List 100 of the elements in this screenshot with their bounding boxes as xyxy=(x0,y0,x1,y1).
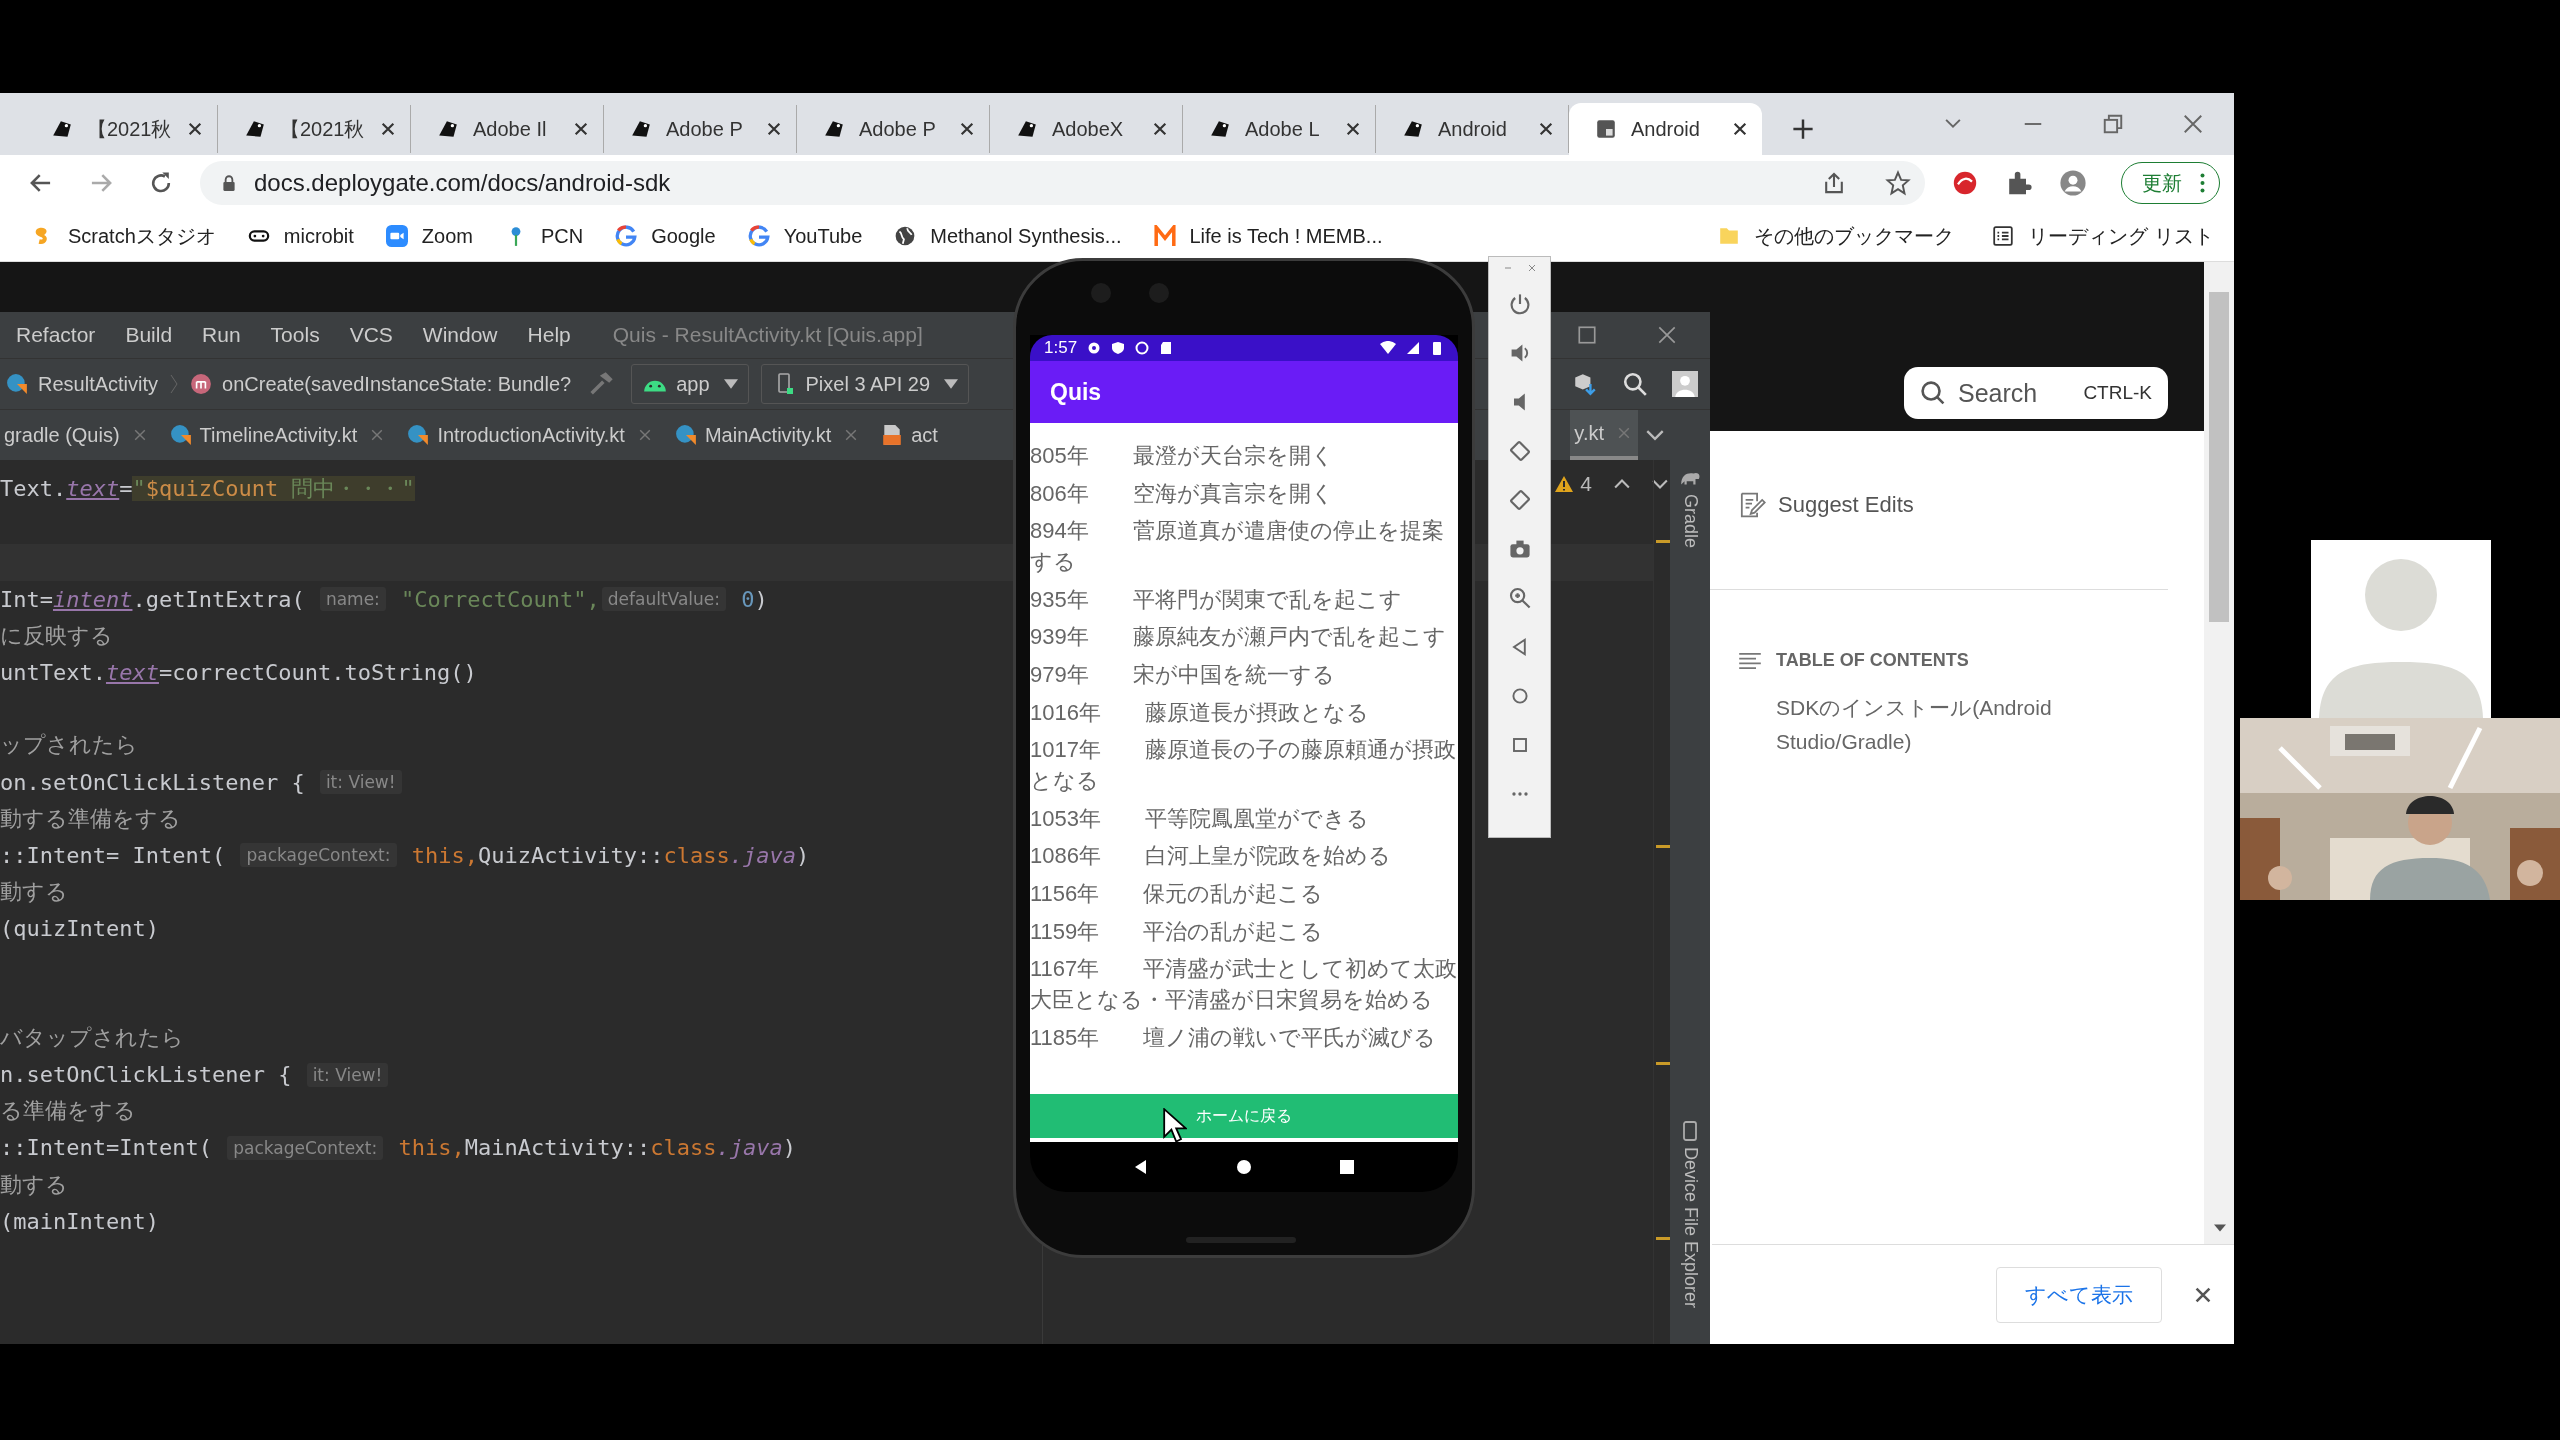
chevron-up-icon[interactable] xyxy=(1614,478,1630,490)
browser-tab[interactable]: Adobe P xyxy=(604,105,797,153)
bookmark[interactable]: Google xyxy=(615,224,716,248)
inlay-hint: packageContext: xyxy=(227,1136,384,1160)
browser-tab[interactable]: Adobe L xyxy=(1183,105,1376,153)
close-icon[interactable] xyxy=(2194,1285,2212,1304)
package-icon[interactable] xyxy=(1572,371,1598,397)
bookmark[interactable]: Scratchスタジオ xyxy=(32,222,216,250)
editor-tab[interactable]: act xyxy=(869,410,950,460)
close-icon[interactable] xyxy=(766,121,782,137)
rotate-right-icon[interactable] xyxy=(1507,488,1532,512)
edit-icon xyxy=(1738,491,1766,519)
bookmark[interactable]: Methanol Synthesis... xyxy=(894,224,1122,248)
maximize-icon[interactable] xyxy=(1578,326,1596,344)
home-icon[interactable] xyxy=(1234,1157,1254,1177)
scroll-thumb[interactable] xyxy=(2209,292,2229,622)
restore-icon[interactable] xyxy=(2102,113,2124,135)
menu-item[interactable]: Tools xyxy=(270,323,320,347)
close-icon[interactable] xyxy=(1538,121,1554,137)
inlay-hint: name: xyxy=(319,587,386,612)
editor-tab[interactable]: gradle (Quis) xyxy=(0,410,158,460)
editor-tab[interactable]: MainActivity.kt xyxy=(662,410,870,460)
site-icon xyxy=(823,118,845,140)
timeline-entry: 1053年 平等院鳳凰堂ができる xyxy=(1030,804,1370,833)
code-text: this,MainActivity::class.java) xyxy=(397,1135,796,1161)
bookmark[interactable]: リーディング リスト xyxy=(1992,222,2214,250)
scrollbar[interactable] xyxy=(2204,262,2234,1244)
editor-tab[interactable]: y.kt xyxy=(1570,410,1638,460)
scroll-down-icon[interactable] xyxy=(2214,1224,2226,1232)
code-text: バタップされたら xyxy=(0,1024,184,1053)
shield-icon xyxy=(1111,341,1126,355)
star-icon[interactable] xyxy=(1885,170,1911,196)
search-field[interactable]: Search CTRL-K xyxy=(1904,367,2168,419)
menu-item[interactable]: Help xyxy=(527,323,571,347)
suggest-edits-link[interactable]: Suggest Edits xyxy=(1738,491,1914,519)
code-text: に反映する xyxy=(0,621,113,650)
side-panel-tab[interactable]: Device File Explorer xyxy=(1679,1120,1701,1308)
timeline-entry: 939年 藤原純友が瀬戸内で乱を起こす xyxy=(1030,623,1447,652)
browser-tab[interactable]: AdobeX xyxy=(990,105,1183,153)
close-icon[interactable] xyxy=(1732,121,1748,137)
gear-icon xyxy=(1087,341,1102,355)
close-icon[interactable] xyxy=(187,121,203,137)
battery-icon xyxy=(1430,341,1444,355)
bookmark[interactable]: YouTube xyxy=(747,224,863,248)
menu-item[interactable]: Run xyxy=(202,323,241,347)
profile-icon[interactable] xyxy=(2059,169,2087,197)
close-icon[interactable] xyxy=(1152,121,1168,137)
extension-icon[interactable] xyxy=(1951,169,1979,197)
rotate-left-icon[interactable] xyxy=(1507,439,1532,463)
search-icon[interactable] xyxy=(1622,371,1648,397)
menu-item[interactable]: VCS xyxy=(349,323,393,347)
new-tab-icon[interactable] xyxy=(1792,118,1814,140)
bookmark[interactable]: その他のブックマーク xyxy=(1718,222,1955,250)
app-title: Quis xyxy=(1050,378,1102,406)
chevron-down-icon[interactable] xyxy=(1646,428,1664,442)
close-icon[interactable] xyxy=(380,121,396,137)
toc-link[interactable]: SDKのインストール(Android Studio/Gradle) xyxy=(1776,691,2138,759)
close-icon[interactable] xyxy=(959,121,975,137)
window-title: Quis - ResultActivity.kt [Quis.app] xyxy=(612,323,923,347)
warning-count[interactable]: 4 xyxy=(1554,472,1592,496)
menu-item[interactable]: Refactor xyxy=(16,323,96,347)
close-icon[interactable] xyxy=(1345,121,1361,137)
url-text: docs.deploygate.com/docs/android-sdk xyxy=(254,169,672,197)
menu-item[interactable]: Build xyxy=(125,323,173,347)
code-text: Int=intent.getIntExtra( xyxy=(0,586,306,612)
close-icon[interactable] xyxy=(573,121,589,137)
browser-tab[interactable]: Adobe P xyxy=(797,105,990,153)
code-text: this,QuizActivity::class.java) xyxy=(410,842,810,868)
code-text: 動する xyxy=(0,877,68,906)
bookmark[interactable]: PCN xyxy=(504,224,584,248)
document-icon xyxy=(1595,118,1617,140)
site-icon xyxy=(437,118,459,140)
menu-item[interactable]: Window xyxy=(422,323,498,347)
breadcrumb-item[interactable]: ResultActivity xyxy=(6,372,159,396)
browser-tab[interactable]: Adobe Il xyxy=(411,105,604,153)
side-panel-tab[interactable]: Gradle xyxy=(1679,468,1701,549)
code-text: n.setOnClickListener { xyxy=(0,1062,293,1088)
run-config-dropdown[interactable]: app xyxy=(631,364,749,404)
site-icon xyxy=(1402,118,1424,140)
breadcrumb-item[interactable]: onCreate(savedInstanceState: Bundle? xyxy=(190,372,572,396)
google-icon xyxy=(615,225,638,247)
editor-tab[interactable]: IntroductionActivity.kt xyxy=(395,410,663,460)
site-icon xyxy=(51,118,73,140)
device-dropdown[interactable]: Pixel 3 API 29 xyxy=(760,364,970,404)
zoom-icon[interactable] xyxy=(1507,586,1532,610)
bookmark[interactable]: Zoom xyxy=(385,224,473,248)
video-camera-icon xyxy=(385,225,408,247)
bookmark[interactable]: Life is Tech ! MEMB... xyxy=(1153,224,1383,248)
editor-tab[interactable]: TimelineActivity.kt xyxy=(157,410,396,460)
more-icon[interactable] xyxy=(2200,173,2205,193)
bookmark[interactable]: microbit xyxy=(247,224,354,248)
browser-tab[interactable]: 【2021秋 xyxy=(25,105,218,153)
chevron-right-icon xyxy=(170,373,179,395)
show-all-button[interactable]: すべて表示 xyxy=(1996,1266,2162,1323)
update-button[interactable]: 更新 xyxy=(2121,162,2220,204)
address-bar[interactable]: docs.deploygate.com/docs/android-sdk xyxy=(200,161,1925,205)
browser-tab[interactable]: Android xyxy=(1569,103,1762,155)
code-text: ップされたら xyxy=(0,731,138,760)
chevron-down-icon[interactable] xyxy=(1652,478,1668,490)
browser-tab[interactable]: 【2021秋 xyxy=(218,105,411,153)
